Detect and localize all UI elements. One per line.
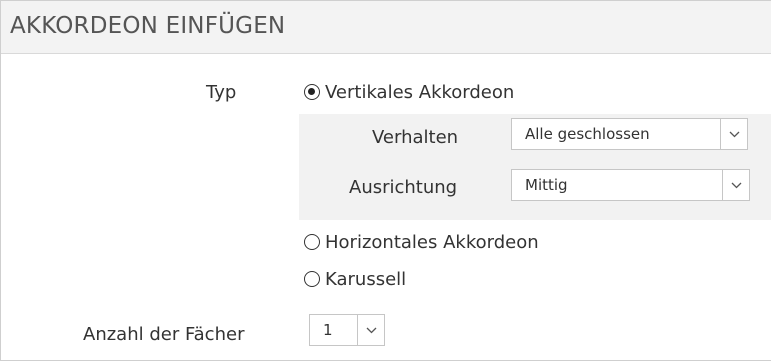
dialog-title: AKKORDEON EINFÜGEN [10, 13, 286, 39]
alignment-select-value: Mittig [525, 176, 568, 194]
behavior-select-value: Alle geschlossen [525, 125, 650, 143]
radio-horizontal-accordion[interactable]: Horizontales Akkordeon [304, 229, 539, 255]
radio-label: Vertikales Akkordeon [325, 81, 515, 103]
count-select-value: 1 [323, 321, 333, 339]
behavior-label: Verhalten [372, 127, 459, 148]
behavior-select[interactable]: Alle geschlossen [511, 118, 748, 150]
dialog-header: AKKORDEON EINFÜGEN [1, 1, 771, 54]
chevron-down-icon[interactable] [357, 315, 384, 345]
radio-button[interactable] [304, 271, 320, 287]
insert-accordion-dialog: AKKORDEON EINFÜGEN Typ Vertikales Akkord… [0, 0, 771, 361]
radio-button[interactable] [304, 234, 320, 250]
count-label: Anzahl der Fächer [83, 324, 245, 345]
radio-vertical-accordion[interactable]: Vertikales Akkordeon [304, 79, 514, 105]
radio-carousel[interactable]: Karussell [304, 266, 406, 292]
radio-button-checked[interactable] [304, 84, 320, 100]
chevron-down-icon[interactable] [720, 119, 747, 149]
chevron-down-icon[interactable] [722, 170, 749, 200]
count-select[interactable]: 1 [309, 314, 385, 346]
alignment-label: Ausrichtung [349, 177, 458, 198]
radio-label: Karussell [325, 268, 407, 290]
vertical-options-panel: Verhalten Alle geschlossen Ausrichtung M… [299, 114, 771, 220]
radio-label: Horizontales Akkordeon [325, 231, 539, 253]
alignment-select[interactable]: Mittig [511, 169, 750, 201]
type-label: Typ [206, 82, 237, 103]
